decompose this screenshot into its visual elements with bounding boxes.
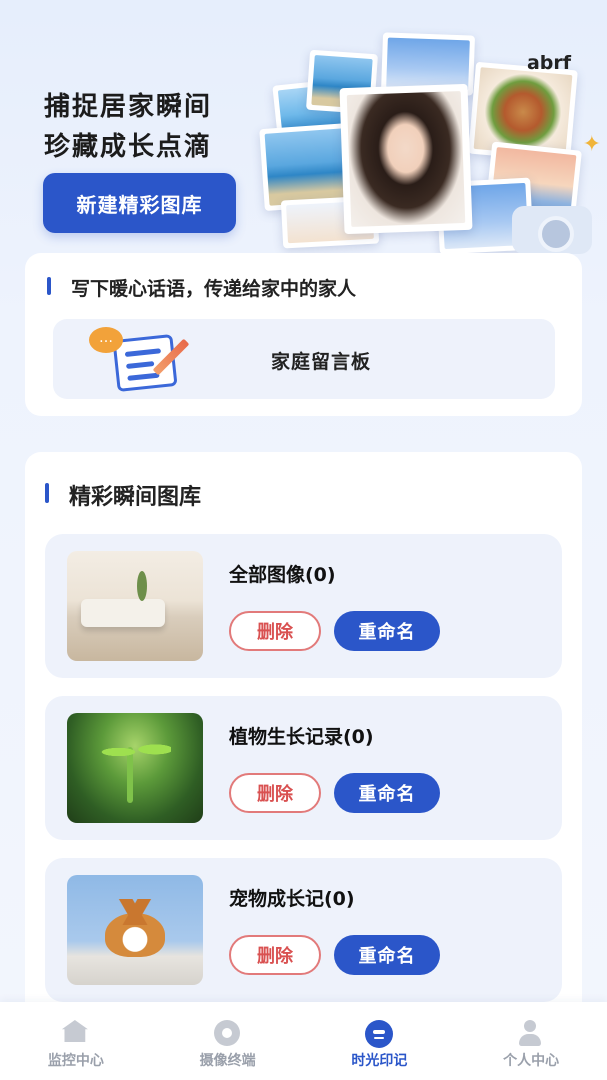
hero-banner: 捕捉居家瞬间 珍藏成长点滴 新建精彩图库 abrf ✦ [0,0,607,260]
rename-album-button[interactable]: 重命名 [334,773,440,813]
sparkle-icon: ✦ [582,132,601,157]
tab-label: 时光印记 [351,1053,408,1069]
hero-title-line2: 珍藏成长点滴 [44,132,213,162]
home-icon [61,1020,90,1046]
album-item[interactable]: 宠物成长记(0) 删除 重命名 [45,858,562,1002]
tab-label: 摄像终端 [199,1053,256,1069]
album-item[interactable]: 植物生长记录(0) 删除 重命名 [45,696,562,840]
tab-monitor-center[interactable]: 监控中心 [0,1002,152,1080]
album-thumbnail [67,875,203,985]
watermark-text: abrf [526,52,571,74]
album-name: 植物生长记录(0) [229,726,374,748]
tab-time-memories[interactable]: 时光印记 [304,1002,456,1080]
message-card: 写下暖心话语，传递给家中的家人 … 家庭留言板 [25,253,582,416]
tab-label: 监控中心 [47,1053,104,1069]
delete-album-button[interactable]: 删除 [229,935,321,975]
tab-label: 个人中心 [503,1053,560,1069]
smile-face-icon [365,1020,394,1048]
user-icon [517,1020,545,1046]
message-section-title: 写下暖心话语，传递给家中的家人 [71,278,357,300]
tab-personal-center[interactable]: 个人中心 [455,1002,607,1080]
rename-album-button[interactable]: 重命名 [334,611,440,651]
section-marker [47,277,51,295]
album-thumbnail [67,713,203,823]
message-board-label: 家庭留言板 [271,351,372,373]
tab-camera-terminal[interactable]: 摄像终端 [152,1002,304,1080]
chat-bubble-icon: … [89,327,123,353]
delete-album-button[interactable]: 删除 [229,773,321,813]
new-gallery-button[interactable]: 新建精彩图库 [43,173,236,233]
message-board-illustration-icon: … [89,327,199,393]
rename-album-button[interactable]: 重命名 [334,935,440,975]
delete-album-button[interactable]: 删除 [229,611,321,651]
gallery-card: 精彩瞬间图库 全部图像(0) 删除 重命名 植物生长记录(0) 删除 重命名 宠… [25,452,582,1080]
album-name: 宠物成长记(0) [229,888,355,910]
camera-icon [213,1020,242,1046]
album-name: 全部图像(0) [229,564,336,586]
collage-photo-portrait [339,83,473,235]
gallery-section-title: 精彩瞬间图库 [69,485,202,510]
album-thumbnail [67,551,203,661]
family-message-board-entry[interactable]: … 家庭留言板 [53,319,555,399]
album-item[interactable]: 全部图像(0) 删除 重命名 [45,534,562,678]
camera-decoration-icon [512,206,592,254]
section-marker [45,483,49,503]
bottom-tab-bar: 监控中心 摄像终端 时光印记 个人中心 [0,1002,607,1080]
hero-title-line1: 捕捉居家瞬间 [44,92,213,122]
